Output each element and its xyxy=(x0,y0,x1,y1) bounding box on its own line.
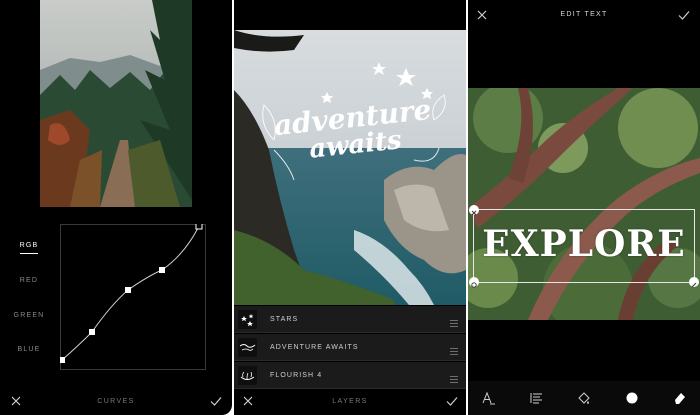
checkmark-icon[interactable] xyxy=(208,393,224,409)
text-font-icon[interactable] xyxy=(480,390,496,406)
delete-handle-icon[interactable] xyxy=(469,205,479,216)
curve-point[interactable] xyxy=(195,222,203,230)
channel-rgb[interactable]: RGB xyxy=(0,242,58,254)
text-toolbar xyxy=(468,381,700,415)
fill-color-icon[interactable] xyxy=(576,390,592,406)
flourish-thumbnail-icon xyxy=(238,366,257,385)
layer-label-stars: STARS xyxy=(270,316,299,323)
layer-label-flourish: FLOURISH 4 xyxy=(270,372,323,379)
explore-text-overlay[interactable]: EXPLORE xyxy=(480,223,688,265)
curve-editor[interactable] xyxy=(59,222,206,370)
curves-title: CURVES xyxy=(97,398,135,405)
tree-branches-photo[interactable] xyxy=(468,88,700,320)
layer-row-adventure-awaits[interactable]: ADVENTURE AWAITS xyxy=(234,334,466,361)
layers-title: LAYERS xyxy=(332,398,368,405)
curve-point[interactable] xyxy=(159,267,165,273)
curves-screen: RGB RED GREEN BLUE CURVES xyxy=(0,0,232,415)
layers-bottom-bar: LAYERS xyxy=(234,387,466,415)
drag-handle-icon[interactable] xyxy=(450,315,458,327)
channel-blue[interactable]: BLUE xyxy=(0,346,58,353)
curves-bottom-bar: CURVES xyxy=(0,387,232,415)
opacity-icon[interactable] xyxy=(624,390,640,406)
edit-text-title: EDIT TEXT xyxy=(560,11,608,18)
eraser-icon[interactable] xyxy=(672,390,688,406)
curve-point[interactable] xyxy=(59,357,65,363)
adventure-awaits-thumbnail-icon xyxy=(238,338,257,357)
checkmark-icon[interactable] xyxy=(676,7,692,23)
rotate-handle-icon[interactable] xyxy=(469,277,479,288)
edit-text-screen: EDIT TEXT xyxy=(468,0,700,415)
curve-point[interactable] xyxy=(125,287,131,293)
curve-point[interactable] xyxy=(89,329,95,335)
layers-screen: adventure awaits STARS ADVENTURE AWAITS … xyxy=(234,0,466,415)
layer-row-flourish[interactable]: FLOURISH 4 xyxy=(234,362,466,389)
channel-green[interactable]: GREEN xyxy=(0,312,58,319)
edit-text-top-bar: EDIT TEXT xyxy=(468,0,700,30)
channel-red[interactable]: RED xyxy=(0,277,58,284)
layer-row-stars[interactable]: STARS xyxy=(234,306,466,333)
drag-handle-icon[interactable] xyxy=(450,371,458,383)
scale-handle-icon[interactable] xyxy=(689,277,699,288)
forest-trail-photo xyxy=(40,0,192,207)
coastline-photo[interactable] xyxy=(234,30,466,305)
layer-label-adventure-awaits: ADVENTURE AWAITS xyxy=(270,344,359,351)
checkmark-icon[interactable] xyxy=(444,393,460,409)
text-align-icon[interactable] xyxy=(528,390,544,406)
stars-thumbnail-icon xyxy=(238,310,257,329)
drag-handle-icon[interactable] xyxy=(450,343,458,355)
